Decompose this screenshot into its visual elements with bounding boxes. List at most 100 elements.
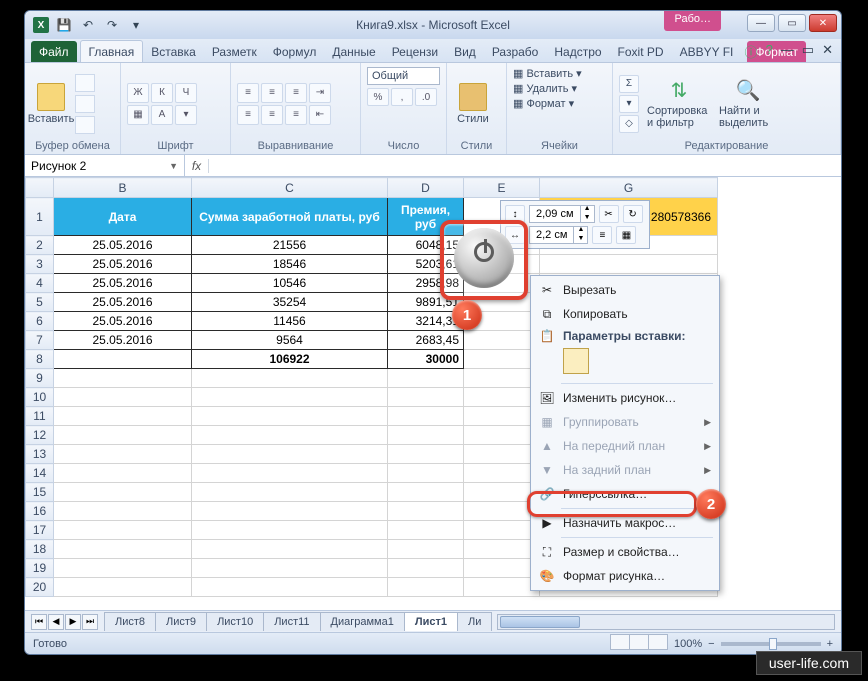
zoom-slider[interactable]: [721, 642, 821, 646]
ctx-copy[interactable]: ⧉Копировать: [533, 302, 717, 326]
crop-icon[interactable]: ✂: [599, 205, 619, 223]
col-header[interactable]: D: [388, 178, 464, 198]
col-header[interactable]: C: [192, 178, 388, 198]
tab-review[interactable]: Рецензи: [384, 41, 446, 62]
group-clipboard: Вставить Буфер обмена: [25, 63, 121, 154]
tab-formulas[interactable]: Формул: [265, 41, 325, 62]
qat-dropdown-icon[interactable]: ▾: [127, 16, 145, 34]
fill-icon[interactable]: ▾: [619, 95, 639, 113]
styles-icon: [459, 83, 487, 111]
bring-front-icon: ▲: [538, 437, 556, 455]
row-header[interactable]: 1: [26, 198, 54, 236]
sheet-tab[interactable]: Лист8: [104, 612, 156, 631]
help-icon[interactable]: ?: [766, 42, 773, 61]
number-format-select[interactable]: Общий: [367, 67, 440, 85]
tab-addins[interactable]: Надстро: [546, 41, 609, 62]
tab-developer[interactable]: Разрабо: [484, 41, 547, 62]
width-spinner[interactable]: 2,2 см▲▼: [529, 226, 588, 244]
ribbon: Вставить Буфер обмена ЖКЧ▦A▾ Шрифт ≡≡≡⇥≡…: [25, 63, 841, 155]
ctx-size-props[interactable]: ⛶Размер и свойства…: [533, 540, 717, 564]
workbook-restore-icon[interactable]: ▭: [802, 42, 814, 61]
rotate-icon[interactable]: ↻: [623, 205, 643, 223]
sort-icon: ⇅: [671, 78, 688, 103]
align-icon[interactable]: ≡: [592, 226, 612, 244]
send-back-icon: ▼: [538, 461, 556, 479]
zoom-out-button[interactable]: −: [708, 638, 714, 650]
fx-icon[interactable]: fx: [185, 159, 209, 173]
cells-format[interactable]: ▦ Формат ▾: [513, 97, 574, 110]
sheet-tab[interactable]: Лист11: [263, 612, 320, 631]
copy-icon: ⧉: [538, 305, 556, 323]
ctx-format-picture[interactable]: 🎨Формат рисунка…: [533, 564, 717, 588]
zoom-value: 100%: [674, 638, 702, 650]
col-header[interactable]: B: [54, 178, 192, 198]
sheet-tab[interactable]: Ли: [457, 612, 492, 631]
workbook-close-icon[interactable]: ✕: [822, 42, 833, 61]
paste-button[interactable]: Вставить: [31, 76, 71, 132]
tab-layout[interactable]: Разметк: [204, 41, 265, 62]
tab-abbyy[interactable]: ABBYY FI: [672, 41, 742, 62]
ctx-paste-option[interactable]: [533, 346, 717, 381]
group-number: Общий %,.0 Число: [361, 63, 447, 154]
ctx-hyperlink[interactable]: 🔗Гиперссылка…: [533, 482, 717, 506]
ctx-send-back: ▼На задний план▶: [533, 458, 717, 482]
group-editing: Σ ▾ ◇ ⇅Сортировка и фильтр 🔍Найти и выде…: [613, 63, 841, 154]
paste-option-icon: [563, 348, 589, 374]
format-painter-icon[interactable]: [75, 116, 95, 134]
chevron-down-icon[interactable]: ▼: [169, 161, 178, 171]
cells-delete[interactable]: ▦ Удалить ▾: [513, 82, 577, 95]
sheet-nav[interactable]: ⏮◀▶⏭: [31, 614, 98, 630]
status-text: Готово: [33, 638, 67, 650]
ctx-change-picture[interactable]: 🖼Изменить рисунок…: [533, 386, 717, 410]
find-select-button[interactable]: 🔍Найти и выделить: [719, 76, 777, 132]
horizontal-scrollbar[interactable]: [497, 614, 835, 630]
group-icon: ▦: [538, 413, 556, 431]
maximize-button[interactable]: ▭: [778, 14, 806, 32]
tab-view[interactable]: Вид: [446, 41, 484, 62]
close-button[interactable]: ✕: [809, 14, 837, 32]
tab-file[interactable]: Файл: [31, 41, 77, 62]
tab-data[interactable]: Данные: [324, 41, 383, 62]
formula-bar: Рисунок 2▼ fx: [25, 155, 841, 177]
number-buttons[interactable]: %,.0: [367, 88, 440, 106]
autosum-icon[interactable]: Σ: [619, 75, 639, 93]
workbook-min-icon[interactable]: —: [781, 42, 794, 61]
ctx-paste-options-label: 📋Параметры вставки:: [533, 326, 717, 346]
font-controls[interactable]: ЖКЧ▦A▾: [127, 83, 197, 125]
align-controls[interactable]: ≡≡≡⇥≡≡≡⇤: [237, 83, 331, 125]
sheet-tab[interactable]: Диаграмма1: [320, 612, 405, 631]
sheet-tab[interactable]: Лист10: [206, 612, 264, 631]
arrange-icon[interactable]: ▦: [616, 226, 636, 244]
name-box[interactable]: Рисунок 2▼: [25, 155, 185, 176]
cut-icon[interactable]: [75, 74, 95, 92]
view-buttons[interactable]: [611, 634, 668, 653]
styles-button[interactable]: Стили: [453, 76, 493, 132]
sheet-tab[interactable]: Лист9: [155, 612, 207, 631]
minimize-button[interactable]: —: [747, 14, 775, 32]
status-bar: Готово 100% − +: [25, 632, 841, 654]
height-spinner[interactable]: 2,09 см▲▼: [529, 205, 595, 223]
minimize-ribbon-icon[interactable]: ⓘ: [745, 42, 758, 61]
tab-foxit[interactable]: Foxit PD: [610, 41, 672, 62]
context-menu: ✂Вырезать ⧉Копировать 📋Параметры вставки…: [530, 275, 720, 591]
tab-insert[interactable]: Вставка: [143, 41, 204, 62]
tab-home[interactable]: Главная: [80, 40, 144, 62]
inserted-picture-power-button[interactable]: [440, 220, 528, 300]
clear-icon[interactable]: ◇: [619, 115, 639, 133]
ctx-bring-front: ▲На передний план▶: [533, 434, 717, 458]
sheet-tab-active[interactable]: Лист1: [404, 612, 458, 631]
copy-icon[interactable]: [75, 95, 95, 113]
annotation-marker-2: 2: [696, 489, 726, 519]
annotation-marker-1: 1: [452, 300, 482, 330]
col-header[interactable]: G: [540, 178, 718, 198]
qat-undo-icon[interactable]: ↶: [79, 16, 97, 34]
qat-save-icon[interactable]: 💾: [55, 16, 73, 34]
formula-input[interactable]: [209, 159, 841, 173]
cells-insert[interactable]: ▦ Вставить ▾: [513, 67, 582, 80]
zoom-in-button[interactable]: +: [827, 638, 833, 650]
qat-redo-icon[interactable]: ↷: [103, 16, 121, 34]
ctx-cut[interactable]: ✂Вырезать: [533, 278, 717, 302]
ctx-assign-macro[interactable]: ▶Назначить макрос…: [533, 511, 717, 535]
col-header[interactable]: E: [464, 178, 540, 198]
sort-filter-button[interactable]: ⇅Сортировка и фильтр: [647, 76, 711, 132]
